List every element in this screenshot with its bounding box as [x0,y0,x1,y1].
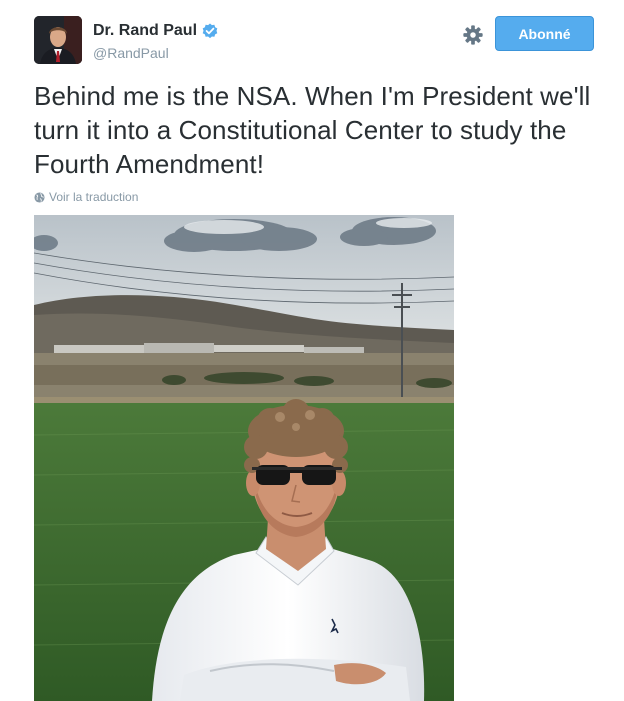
user-handle[interactable]: @RandPaul [93,45,169,61]
translate-link[interactable]: Voir la traduction [34,190,138,204]
follow-button[interactable]: Abonné [495,16,594,51]
photo-scene [34,215,454,701]
verified-badge-icon [202,23,218,39]
profile-photo [34,16,82,64]
tweet-photo[interactable] [34,215,454,701]
gear-icon[interactable] [462,24,484,46]
tweet-text: Behind me is the NSA. When I'm President… [34,81,591,179]
avatar[interactable] [34,16,82,64]
globe-icon [34,191,45,203]
translate-label: Voir la traduction [49,190,139,204]
display-name[interactable]: Dr. Rand Paul [93,22,197,40]
